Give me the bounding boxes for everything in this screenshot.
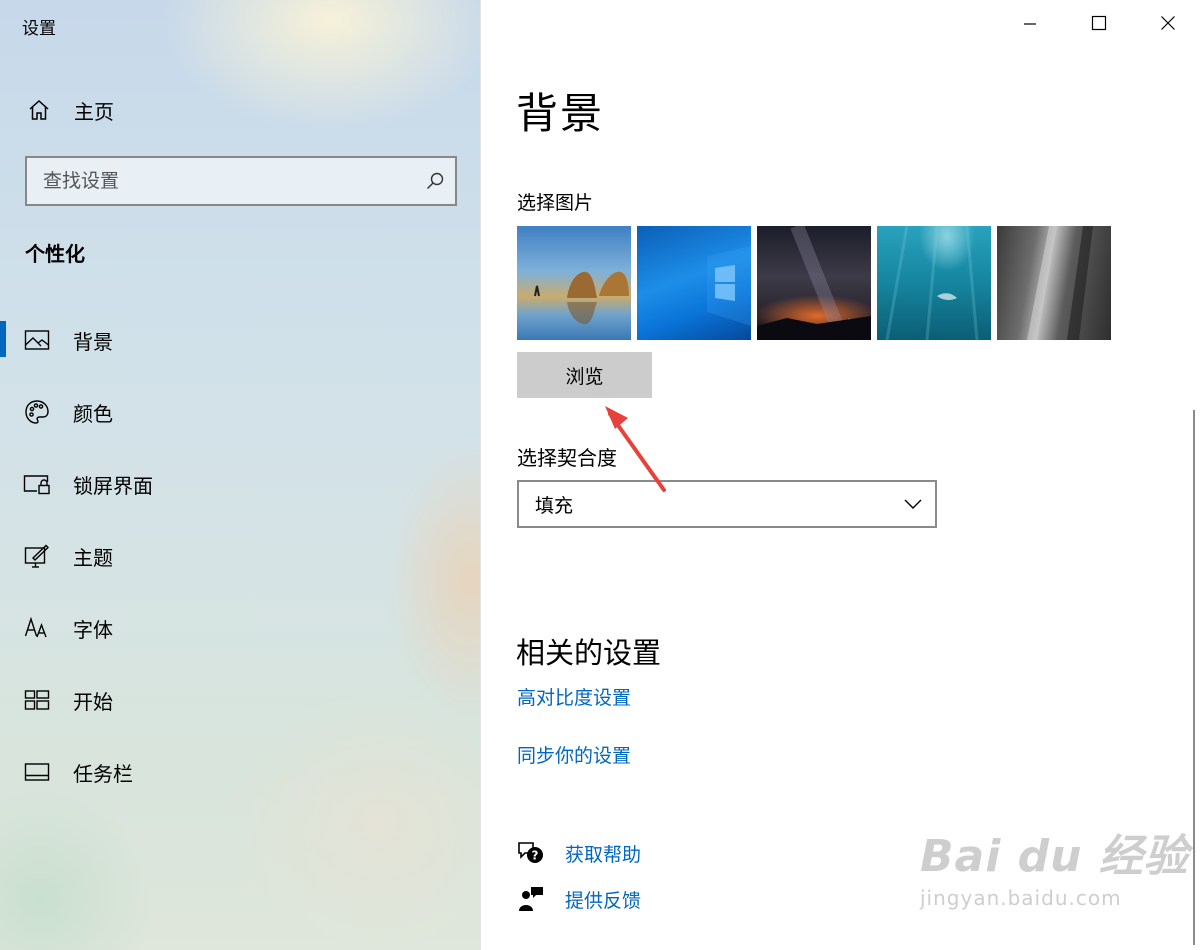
home-icon [26, 97, 52, 123]
choose-picture-label: 选择图片 [517, 192, 594, 214]
close-button[interactable] [1133, 0, 1202, 50]
theme-brush-icon [23, 542, 51, 570]
sidebar-item-label: 主题 [73, 545, 113, 570]
sidebar-item-lock-screen[interactable]: 锁屏界面 [0, 448, 481, 520]
sidebar-item-label: 锁屏界面 [73, 473, 153, 498]
taskbar-icon [23, 758, 51, 786]
page-title: 背景 [516, 89, 605, 138]
get-help-label: 获取帮助 [565, 843, 642, 866]
sidebar-item-start[interactable]: 开始 [0, 664, 481, 736]
close-icon [1160, 15, 1176, 35]
sidebar-item-label: 开始 [73, 689, 113, 714]
sidebar-item-label: 任务栏 [73, 761, 133, 786]
window-title: 设置 [22, 19, 56, 39]
get-help-link[interactable]: ? 获取帮助 [517, 838, 641, 868]
sync-settings-link[interactable]: 同步你的设置 [517, 741, 631, 768]
minimize-icon [1023, 16, 1037, 35]
search-icon[interactable] [415, 158, 455, 204]
window-controls [995, 0, 1202, 50]
font-icon [23, 614, 51, 642]
baidu-watermark: Bai du 经验 jingyan.baidu.com [920, 820, 1189, 910]
sidebar-item-label: 字体 [73, 617, 113, 642]
sidebar-item-taskbar[interactable]: 任务栏 [0, 736, 481, 808]
sidebar-item-label: 背景 [73, 329, 113, 354]
choose-fit-label: 选择契合度 [517, 446, 617, 470]
browse-button[interactable]: 浏览 [517, 352, 652, 398]
thumbnail-underwater[interactable] [877, 226, 991, 340]
thumbnail-rock-cliff[interactable] [997, 226, 1111, 340]
section-title: 个性化 [25, 242, 85, 266]
sidebar-item-label: 颜色 [73, 401, 113, 426]
watermark-main-text: Bai du 经验 [920, 831, 1189, 882]
chevron-down-icon [891, 499, 935, 509]
sidebar-item-background[interactable]: 背景 [0, 304, 481, 376]
sidebar-item-colors[interactable]: 颜色 [0, 376, 481, 448]
sidebar-item-themes[interactable]: 主题 [0, 520, 481, 592]
give-feedback-label: 提供反馈 [565, 889, 642, 912]
home-label: 主页 [74, 99, 114, 124]
minimize-button[interactable] [995, 0, 1064, 50]
fit-dropdown[interactable]: 填充 [517, 480, 937, 528]
search-input[interactable] [27, 158, 415, 204]
sidebar-home[interactable]: 主页 [26, 94, 114, 126]
thumbnail-night-tent[interactable] [757, 226, 871, 340]
sidebar-nav: 背景 颜色 锁屏界面 主题 字体 开始 任务栏 [0, 304, 481, 808]
sidebar: 设置 主页 个性化 背景 颜色 锁屏界面 [0, 0, 481, 950]
start-tiles-icon [23, 686, 51, 714]
main-panel: 背景 选择图片 浏览 选择契合度 填充 相关的设置 高对比度设置 同步你的设置 … [481, 0, 1202, 950]
picture-thumbnails [517, 226, 1111, 340]
feedback-person-icon [517, 885, 545, 913]
scrollbar[interactable] [1193, 410, 1195, 945]
palette-icon [23, 398, 51, 426]
maximize-button[interactable] [1064, 0, 1133, 50]
lock-screen-icon [23, 470, 51, 498]
fit-dropdown-value: 填充 [535, 494, 574, 517]
maximize-icon [1091, 15, 1107, 35]
sidebar-item-fonts[interactable]: 字体 [0, 592, 481, 664]
help-chat-icon: ? [517, 839, 545, 867]
give-feedback-link[interactable]: 提供反馈 [517, 884, 641, 914]
high-contrast-settings-link[interactable]: 高对比度设置 [517, 683, 631, 710]
related-settings-title: 相关的设置 [516, 636, 662, 670]
picture-icon [23, 326, 51, 354]
search-box[interactable] [25, 156, 457, 206]
thumbnail-beach-rocks[interactable] [517, 226, 631, 340]
watermark-url-text: jingyan.baidu.com [920, 886, 1122, 910]
svg-text:?: ? [532, 849, 539, 863]
thumbnail-windows-blue[interactable] [637, 226, 751, 340]
